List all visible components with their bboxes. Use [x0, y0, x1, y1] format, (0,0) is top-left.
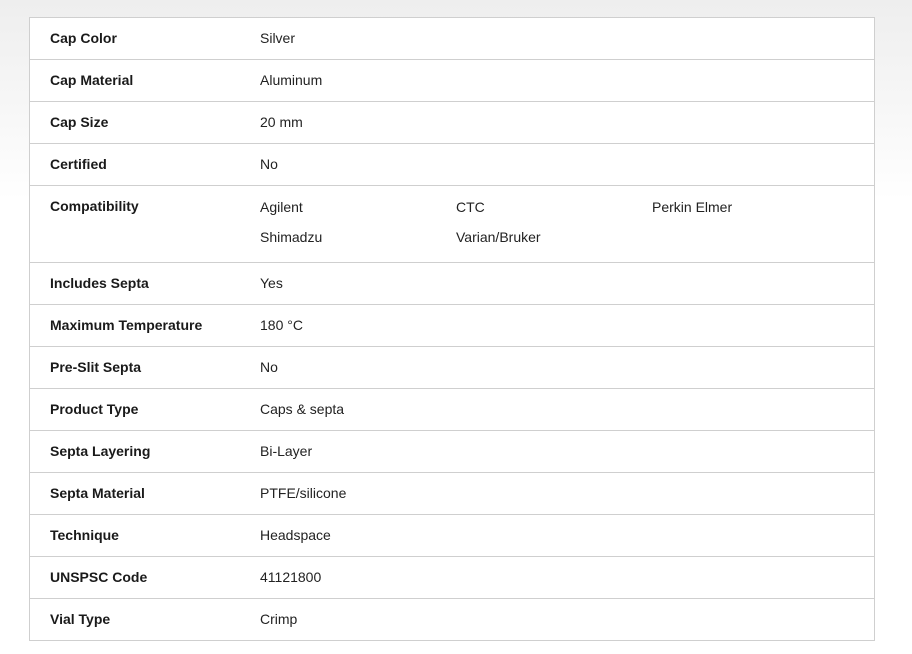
spec-label: Includes Septa	[50, 275, 149, 291]
spec-row-product-type: Product Type Caps & septa	[30, 388, 874, 430]
spec-value: Yes	[260, 275, 283, 291]
spec-row-compatibility: Compatibility Agilent CTC Perkin Elmer S…	[30, 185, 874, 262]
spec-row-cap-size: Cap Size 20 mm	[30, 101, 874, 143]
spec-value: No	[260, 156, 278, 172]
spec-value: 41121800	[260, 569, 322, 585]
compatibility-list: Agilent CTC Perkin Elmer Shimadzu Varian…	[260, 186, 874, 262]
spec-label: Cap Material	[50, 72, 134, 88]
spec-row-pre-slit-septa: Pre-Slit Septa No	[30, 346, 874, 388]
spec-value: 20 mm	[260, 114, 303, 130]
spec-label: Vial Type	[50, 611, 111, 627]
spec-label: Septa Material	[50, 485, 145, 501]
spec-value: No	[260, 359, 278, 375]
spec-value: Headspace	[260, 527, 331, 543]
spec-label: Compatibility	[50, 198, 139, 214]
compatibility-item: Agilent	[260, 199, 303, 215]
spec-label: Technique	[50, 527, 119, 543]
specifications-table: Cap Color Silver Cap Material Aluminum C…	[29, 17, 875, 641]
spec-row-septa-material: Septa Material PTFE/silicone	[30, 472, 874, 514]
spec-label: Maximum Temperature	[50, 317, 203, 333]
spec-row-certified: Certified No	[30, 143, 874, 185]
spec-value: 180 °C	[260, 317, 303, 333]
compatibility-item: CTC	[456, 199, 485, 215]
spec-row-technique: Technique Headspace	[30, 514, 874, 556]
compatibility-item: Varian/Bruker	[456, 229, 541, 245]
spec-value: Crimp	[260, 611, 298, 627]
compatibility-item: Shimadzu	[260, 229, 323, 245]
spec-label: UNSPSC Code	[50, 569, 148, 585]
spec-value: PTFE/silicone	[260, 485, 347, 501]
spec-label: Septa Layering	[50, 443, 151, 459]
spec-label: Product Type	[50, 401, 139, 417]
spec-row-maximum-temperature: Maximum Temperature 180 °C	[30, 304, 874, 346]
spec-row-cap-material: Cap Material Aluminum	[30, 59, 874, 101]
compatibility-item: Perkin Elmer	[652, 199, 733, 215]
spec-label: Cap Size	[50, 114, 109, 130]
spec-row-septa-layering: Septa Layering Bi-Layer	[30, 430, 874, 472]
spec-value: Bi-Layer	[260, 443, 313, 459]
spec-label: Pre-Slit Septa	[50, 359, 142, 375]
spec-value: Aluminum	[260, 72, 323, 88]
spec-value: Silver	[260, 30, 296, 46]
spec-row-includes-septa: Includes Septa Yes	[30, 262, 874, 304]
spec-value: Caps & septa	[260, 401, 345, 417]
spec-label: Certified	[50, 156, 107, 172]
spec-row-unspsc-code: UNSPSC Code 41121800	[30, 556, 874, 598]
spec-row-cap-color: Cap Color Silver	[30, 18, 874, 59]
spec-row-vial-type: Vial Type Crimp	[30, 598, 874, 640]
spec-label: Cap Color	[50, 30, 117, 46]
